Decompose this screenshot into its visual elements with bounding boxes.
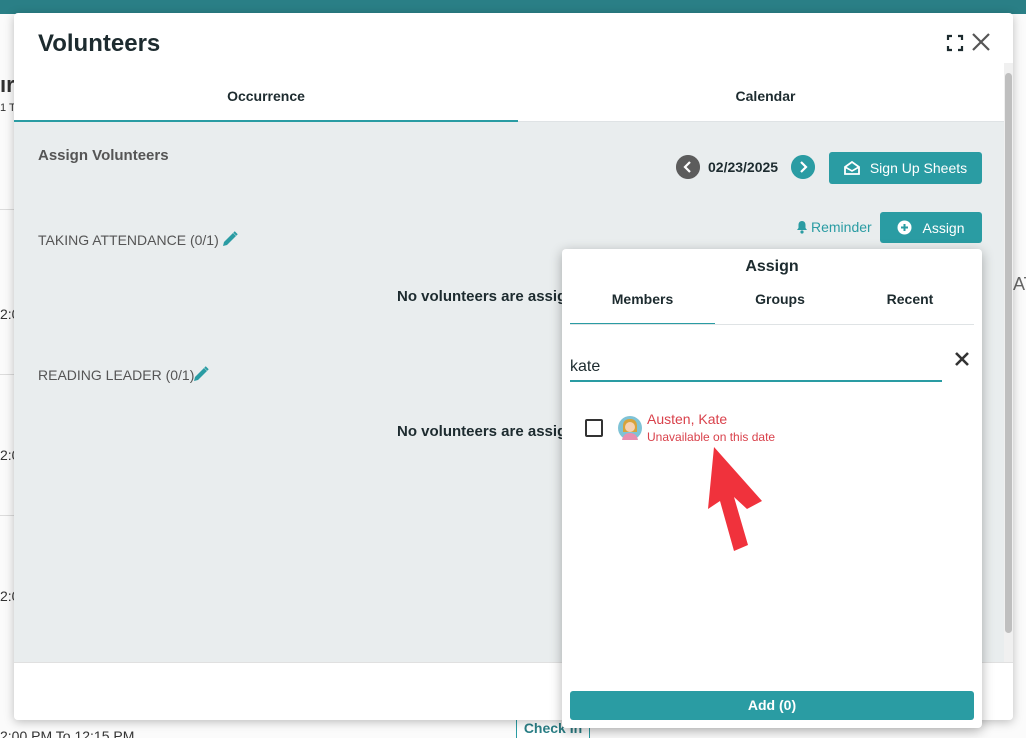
background-time-range: 2:00 PM To 12:15 PM xyxy=(0,728,135,738)
next-date-button[interactable] xyxy=(791,155,815,179)
pencil-icon[interactable] xyxy=(192,365,210,383)
role-title-reading-leader: READING LEADER (0/1) xyxy=(38,367,195,383)
background-divider xyxy=(0,374,14,375)
plus-circle-icon xyxy=(897,220,912,235)
sign-up-sheets-label: Sign Up Sheets xyxy=(869,160,968,176)
tab-calendar[interactable]: Calendar xyxy=(518,87,1013,122)
background-text: ır xyxy=(0,72,15,97)
popup-title: Assign xyxy=(745,258,799,275)
assign-popup: Assign Members Groups Recent Austen, Kat… xyxy=(562,249,982,728)
tabs-divider xyxy=(570,324,974,325)
bell-icon xyxy=(797,221,807,234)
role-title-taking-attendance: TAKING ATTENDANCE (0/1) xyxy=(38,232,219,248)
previous-date-button[interactable] xyxy=(676,155,700,179)
current-date: 02/23/2025 xyxy=(708,159,779,175)
tab-occurrence[interactable]: Occurrence xyxy=(14,87,518,122)
reminder-button[interactable]: Reminder xyxy=(796,219,872,235)
background-divider xyxy=(0,209,14,210)
member-availability-status: Unavailable on this date xyxy=(647,430,776,444)
tab-groups[interactable]: Groups xyxy=(715,291,845,325)
reminder-label: Reminder xyxy=(811,219,872,235)
modal-title: Volunteers xyxy=(38,30,161,57)
member-checkbox[interactable] xyxy=(585,419,603,437)
background-divider xyxy=(0,515,14,516)
empty-state-text: No volunteers are assig xyxy=(397,288,567,305)
annotation-arrow-icon xyxy=(708,447,762,551)
clear-search-icon[interactable] xyxy=(952,349,972,369)
empty-state-text: No volunteers are assig xyxy=(397,423,567,440)
background-text: AT xyxy=(1013,274,1026,294)
assign-label: Assign xyxy=(922,219,965,236)
tab-recent[interactable]: Recent xyxy=(845,291,975,325)
member-search-input[interactable] xyxy=(570,350,942,382)
sign-up-sheets-button[interactable]: Sign Up Sheets xyxy=(829,152,982,184)
member-name[interactable]: Austen, Kate xyxy=(647,411,727,427)
background-header-bar xyxy=(0,0,1026,14)
tab-members[interactable]: Members xyxy=(570,291,715,325)
modal-tabs: Occurrence Calendar xyxy=(14,87,1013,122)
modal-scrollbar[interactable] xyxy=(1005,73,1012,633)
pencil-icon[interactable] xyxy=(221,230,239,248)
expand-icon[interactable] xyxy=(946,34,964,52)
add-button[interactable]: Add (0) xyxy=(570,691,974,720)
assign-button[interactable]: Assign xyxy=(880,212,982,243)
section-title: Assign Volunteers xyxy=(38,147,169,164)
envelope-open-icon xyxy=(843,161,860,175)
close-icon[interactable] xyxy=(970,31,992,53)
avatar xyxy=(618,416,642,440)
